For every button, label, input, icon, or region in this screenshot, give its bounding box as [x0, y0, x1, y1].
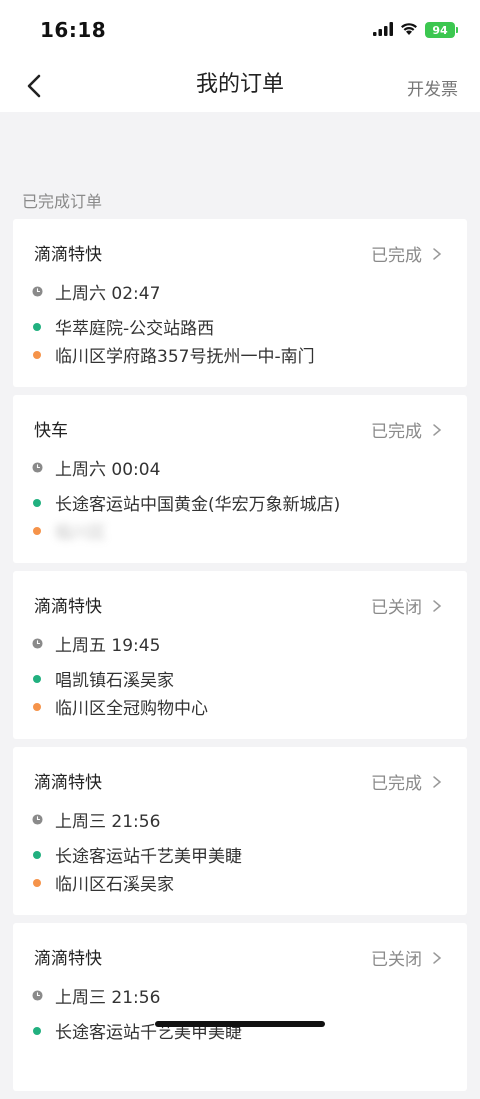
- dropoff-address: 临川区全冠购物中心: [55, 699, 208, 719]
- clock-icon: [32, 462, 43, 473]
- clock-icon: [32, 814, 43, 825]
- pickup-row: 华萃庭院-公交站路西: [32, 314, 214, 339]
- dropoff-row: 临川区全冠购物中心: [32, 694, 208, 719]
- order-card[interactable]: 滴滴特快 已关闭 上周五 19:45 唱凯镇石溪吴家 临川区全冠购物中心: [13, 571, 467, 739]
- wifi-icon: [399, 21, 419, 40]
- pickup-dot-icon: [33, 322, 41, 331]
- nav-bar: 我的订单 开发票: [0, 60, 480, 112]
- section-label: 已完成订单: [22, 192, 103, 211]
- dropoff-row: 临川区石溪吴家: [32, 870, 174, 895]
- order-card[interactable]: 快车 已完成 上周六 00:04 长途客运站中国黄金(华宏万象新城店) 临川区: [13, 395, 467, 563]
- clock-icon: [32, 638, 43, 649]
- order-status[interactable]: 已完成: [371, 241, 443, 266]
- order-time: 上周五 19:45: [55, 636, 161, 656]
- pickup-dot-icon: [33, 674, 41, 683]
- order-status-label: 已关闭: [371, 598, 422, 618]
- dropoff-dot-icon: [33, 702, 41, 711]
- clock-icon: [32, 286, 43, 297]
- dropoff-row: 临川区学府路357号抚州一中-南门: [32, 342, 315, 367]
- home-indicator[interactable]: [155, 1021, 325, 1027]
- order-time: 上周三 21:56: [55, 812, 161, 832]
- pickup-row: 长途客运站千艺美甲美睫: [32, 842, 242, 867]
- order-type: 滴滴特快: [34, 773, 102, 793]
- battery-icon: 94: [425, 22, 458, 38]
- battery-level: 94: [425, 22, 455, 38]
- order-status-label: 已完成: [371, 422, 422, 442]
- pickup-address: 长途客运站千艺美甲美睫: [55, 847, 242, 867]
- dropoff-row: 临川区: [32, 518, 106, 543]
- order-time-row: 上周六 02:47: [32, 279, 160, 304]
- chevron-right-icon: [433, 775, 442, 788]
- order-time-row: 上周五 19:45: [32, 631, 160, 656]
- order-type: 滴滴特快: [34, 597, 102, 617]
- dropoff-dot-icon: [33, 526, 41, 535]
- order-type: 滴滴特快: [34, 949, 102, 969]
- order-status-label: 已完成: [371, 246, 422, 266]
- status-icons: 94: [373, 20, 458, 40]
- order-status[interactable]: 已关闭: [371, 593, 443, 618]
- chevron-right-icon: [433, 599, 442, 612]
- order-card[interactable]: 滴滴特快 已完成 上周三 21:56 长途客运站千艺美甲美睫 临川区石溪吴家: [13, 747, 467, 915]
- status-bar: 16:18 94: [0, 0, 480, 60]
- order-type: 快车: [34, 421, 68, 441]
- dropoff-address: 临川区学府路357号抚州一中-南门: [55, 347, 315, 367]
- order-time: 上周六 02:47: [55, 284, 161, 304]
- dropoff-address: 临川区石溪吴家: [55, 875, 174, 895]
- order-time-row: 上周三 21:56: [32, 807, 160, 832]
- order-card[interactable]: 滴滴特快 已完成 上周六 02:47 华萃庭院-公交站路西 临川区学府路357号…: [13, 219, 467, 387]
- pickup-dot-icon: [33, 1026, 41, 1035]
- order-status[interactable]: 已完成: [371, 769, 443, 794]
- order-status[interactable]: 已完成: [371, 417, 443, 442]
- pickup-row: 唱凯镇石溪吴家: [32, 666, 174, 691]
- dropoff-address: 临川区: [55, 523, 106, 543]
- status-time: 16:18: [40, 18, 107, 42]
- clock-icon: [32, 990, 43, 1001]
- pickup-row: 长途客运站中国黄金(华宏万象新城店): [32, 490, 340, 515]
- order-time: 上周六 00:04: [55, 460, 161, 480]
- order-status-label: 已关闭: [371, 950, 422, 970]
- dropoff-dot-icon: [33, 350, 41, 359]
- order-status[interactable]: 已关闭: [371, 945, 443, 970]
- order-list: 滴滴特快 已完成 上周六 02:47 华萃庭院-公交站路西 临川区学府路357号…: [13, 219, 467, 1099]
- chevron-right-icon: [433, 423, 442, 436]
- order-time-row: 上周六 00:04: [32, 455, 160, 480]
- chevron-right-icon: [433, 951, 442, 964]
- order-status-label: 已完成: [371, 774, 422, 794]
- chevron-right-icon: [433, 247, 442, 260]
- invoice-button[interactable]: 开发票: [407, 75, 458, 100]
- pickup-dot-icon: [33, 850, 41, 859]
- pickup-dot-icon: [33, 498, 41, 507]
- pickup-address: 长途客运站中国黄金(华宏万象新城店): [55, 495, 341, 515]
- order-time-row: 上周三 21:56: [32, 983, 160, 1008]
- order-type: 滴滴特快: [34, 245, 102, 265]
- dropoff-dot-icon: [33, 878, 41, 887]
- order-card[interactable]: 滴滴特快 已关闭 上周三 21:56 长途客运站千艺美甲美睫: [13, 923, 467, 1091]
- pickup-address: 唱凯镇石溪吴家: [55, 671, 174, 691]
- order-time: 上周三 21:56: [55, 988, 161, 1008]
- signal-icon: [373, 21, 393, 40]
- pickup-address: 华萃庭院-公交站路西: [55, 319, 215, 339]
